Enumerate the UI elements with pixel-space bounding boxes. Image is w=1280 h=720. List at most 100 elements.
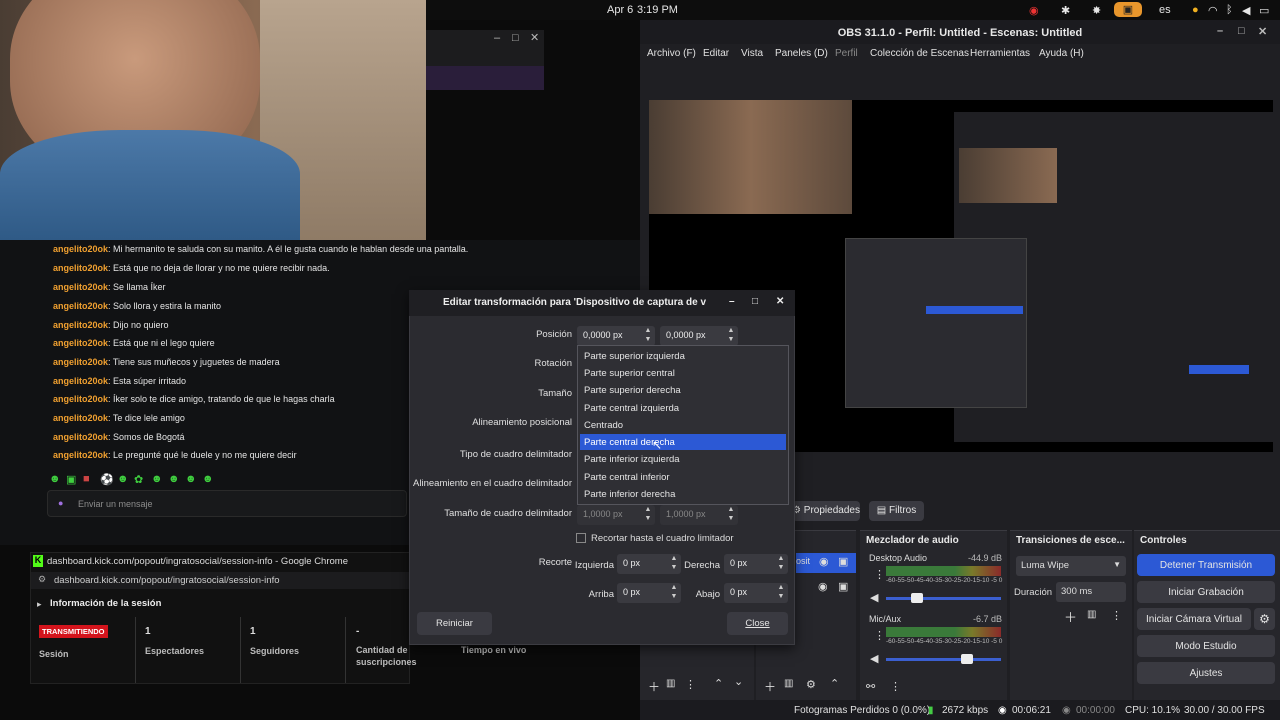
- add-icon[interactable]: ＋: [648, 678, 660, 695]
- more-icon[interactable]: ⋮: [874, 568, 885, 581]
- volume-slider[interactable]: [886, 597, 1001, 600]
- wifi-icon[interactable]: ◠: [1208, 4, 1218, 17]
- emote-icon[interactable]: ☻: [49, 473, 61, 485]
- crop-left-input[interactable]: 0 px ▲ ▼: [617, 554, 681, 574]
- menu-coleccion[interactable]: Colección de Escenas: [870, 48, 969, 59]
- close-icon[interactable]: ✕: [530, 31, 539, 44]
- microphone-icon[interactable]: ●: [58, 498, 63, 508]
- add-icon[interactable]: ＋: [1064, 607, 1077, 626]
- crop-bottom-input[interactable]: 0 px ▲ ▼: [724, 583, 788, 603]
- virtual-camera-settings-button[interactable]: ⚙: [1254, 608, 1275, 630]
- emote-icon[interactable]: ⚽: [100, 473, 114, 486]
- menu-paneles[interactable]: Paneles (D): [775, 48, 828, 59]
- maximize-icon[interactable]: □: [752, 296, 758, 307]
- emote-icon[interactable]: ☻: [151, 473, 163, 485]
- menu-archivo[interactable]: Archivo (F): [647, 48, 696, 59]
- menu-perfil[interactable]: Perfil: [835, 48, 858, 59]
- position-y-input[interactable]: 0,0000 px ▲ ▼: [660, 326, 738, 346]
- emote-icon[interactable]: ■: [83, 473, 90, 485]
- dropdown-option[interactable]: Parte superior central: [580, 365, 786, 381]
- close-icon[interactable]: ✕: [1258, 25, 1267, 38]
- volume-icon[interactable]: ◀: [1242, 4, 1250, 17]
- more-icon[interactable]: ⋮: [874, 629, 885, 642]
- dropdown-option[interactable]: Parte central izquierda: [580, 400, 786, 416]
- speaker-icon[interactable]: ◀: [870, 652, 878, 665]
- bbox-height-input[interactable]: 1,0000 px ▲ ▼: [660, 505, 738, 525]
- lock-icon[interactable]: ▣: [838, 555, 848, 568]
- crop-top-input[interactable]: 0 px ▲ ▼: [617, 583, 681, 603]
- trash-icon[interactable]: ▥: [784, 678, 793, 689]
- chat-input[interactable]: ● Enviar un mensaje: [47, 490, 407, 517]
- studio-mode-button[interactable]: Modo Estudio: [1137, 635, 1275, 657]
- emote-icon[interactable]: ☻: [168, 473, 180, 485]
- language-indicator[interactable]: es: [1159, 4, 1171, 16]
- bug-icon[interactable]: ✸: [1092, 4, 1101, 17]
- dropdown-option[interactable]: Parte superior derecha: [580, 382, 786, 398]
- emote-icon[interactable]: ☻: [185, 473, 197, 485]
- position-x-input[interactable]: 0,0000 px ▲ ▼: [577, 326, 655, 346]
- address-bar[interactable]: ⚙ dashboard.kick.com/popout/ingratosocia…: [31, 572, 409, 589]
- dropdown-option[interactable]: Parte inferior derecha: [580, 486, 786, 502]
- dropdown-option[interactable]: Parte central inferior: [580, 469, 786, 485]
- emote-icon[interactable]: ✿: [134, 473, 143, 486]
- filters-button[interactable]: ▤ Filtros: [869, 501, 924, 521]
- maximize-icon[interactable]: □: [512, 32, 519, 44]
- url-text[interactable]: dashboard.kick.com/popout/ingratosocial/…: [54, 575, 280, 586]
- dropdown-option[interactable]: Parte inferior izquierda: [580, 451, 786, 467]
- stop-streaming-button[interactable]: Detener Transmisión: [1137, 554, 1275, 576]
- dropdown-option[interactable]: Parte superior izquierda: [580, 348, 786, 364]
- gear-icon[interactable]: ⚙: [806, 678, 816, 691]
- menu-herramientas[interactable]: Herramientas: [970, 48, 1030, 59]
- chevron-down-icon[interactable]: ⌄: [734, 675, 743, 688]
- spin-arrows-icon[interactable]: ▲ ▼: [641, 505, 655, 525]
- speaker-icon[interactable]: ◀: [870, 591, 878, 604]
- spin-arrows-icon[interactable]: ▲ ▼: [774, 583, 788, 603]
- source-item-selected[interactable]: osit ◉ ▣: [796, 553, 856, 573]
- start-virtual-camera-button[interactable]: Iniciar Cámara Virtual: [1137, 608, 1251, 630]
- emote-icon[interactable]: ▣: [66, 473, 76, 486]
- close-icon[interactable]: ✕: [776, 296, 784, 307]
- reset-button[interactable]: Reiniciar: [417, 612, 492, 635]
- volume-slider-handle[interactable]: [911, 593, 923, 603]
- spin-arrows-icon[interactable]: ▲ ▼: [667, 583, 681, 603]
- maximize-icon[interactable]: □: [1238, 25, 1245, 37]
- link-icon[interactable]: ⚯: [866, 680, 875, 693]
- settings-icon[interactable]: ⋮: [685, 678, 696, 691]
- menu-ayuda[interactable]: Ayuda (H): [1039, 48, 1084, 59]
- volume-slider[interactable]: [886, 658, 1001, 661]
- trash-icon[interactable]: ▥: [666, 678, 675, 689]
- dropdown-option[interactable]: Centrado: [580, 417, 786, 433]
- lock-icon[interactable]: ▣: [838, 580, 848, 593]
- bluetooth-icon[interactable]: ᛒ: [1226, 4, 1233, 16]
- more-icon[interactable]: ⋮: [1111, 609, 1122, 622]
- bbox-width-input[interactable]: 1,0000 px ▲ ▼: [577, 505, 655, 525]
- crop-to-bbox-checkbox[interactable]: [576, 533, 586, 543]
- battery-icon[interactable]: ▭: [1259, 4, 1269, 17]
- emote-icon[interactable]: ☻: [202, 473, 214, 485]
- gear-icon[interactable]: ✱: [1061, 4, 1070, 17]
- minimize-icon[interactable]: –: [729, 296, 735, 307]
- close-button[interactable]: Close: [727, 612, 788, 635]
- duration-spinbox[interactable]: 300 ms: [1056, 582, 1126, 602]
- eye-icon[interactable]: ◉: [819, 555, 829, 568]
- chevron-up-icon[interactable]: ⌃: [830, 677, 839, 690]
- menu-vista[interactable]: Vista: [741, 48, 763, 59]
- dropdown-option-selected[interactable]: Parte central derecha: [580, 434, 786, 450]
- emote-icon[interactable]: ☻: [117, 473, 129, 485]
- spin-arrows-icon[interactable]: ▲ ▼: [641, 326, 655, 346]
- transition-select[interactable]: Luma Wipe ▼: [1016, 556, 1126, 576]
- more-icon[interactable]: ⋮: [890, 680, 901, 693]
- chevron-up-icon[interactable]: ⌃: [714, 677, 723, 690]
- minimize-icon[interactable]: –: [1217, 25, 1223, 37]
- minimize-icon[interactable]: –: [494, 32, 500, 44]
- site-info-icon[interactable]: ⚙: [38, 574, 46, 585]
- spin-arrows-icon[interactable]: ▲ ▼: [667, 554, 681, 574]
- clock-label[interactable]: 3:19 PM: [637, 4, 678, 16]
- settings-button[interactable]: Ajustes: [1137, 662, 1275, 684]
- menu-editar[interactable]: Editar: [703, 48, 729, 59]
- screencast-indicator-icon[interactable]: ▣: [1114, 2, 1142, 17]
- trash-icon[interactable]: ▥: [1087, 609, 1096, 620]
- volume-slider-handle[interactable]: [961, 654, 973, 664]
- record-indicator-icon[interactable]: ◉: [1029, 4, 1039, 17]
- eye-icon[interactable]: ◉: [818, 580, 828, 593]
